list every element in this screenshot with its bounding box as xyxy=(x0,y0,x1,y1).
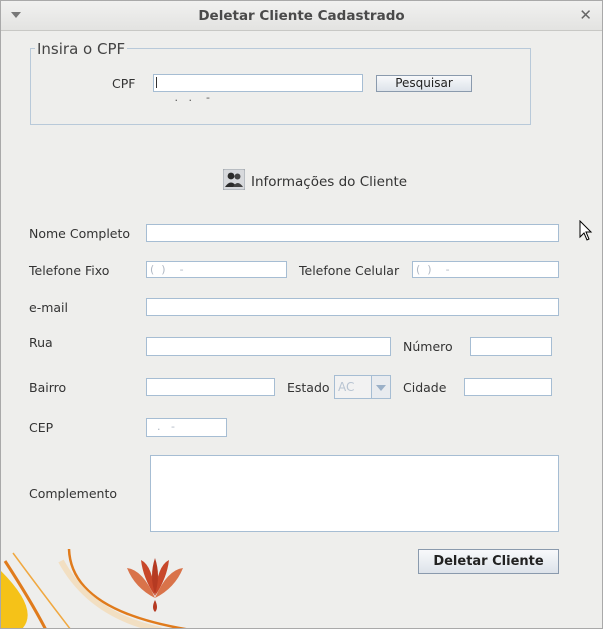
telefone-fixo-label: Telefone Fixo xyxy=(29,263,110,278)
bairro-label: Bairro xyxy=(29,380,67,395)
estado-label: Estado xyxy=(287,380,330,395)
section-title: Informações do Cliente xyxy=(251,174,408,190)
estado-selected-value: AC xyxy=(338,380,355,394)
close-icon[interactable]: ✕ xyxy=(579,6,592,24)
telefone-celular-label: Telefone Celular xyxy=(299,263,400,278)
mouse-cursor-icon xyxy=(579,220,593,241)
nome-label: Nome Completo xyxy=(29,226,131,241)
bairro-input[interactable] xyxy=(146,378,275,396)
rua-input[interactable] xyxy=(146,337,391,356)
search-button[interactable]: Pesquisar xyxy=(376,75,472,92)
cpf-input[interactable]: . . - xyxy=(153,74,363,104)
complemento-label: Complemento xyxy=(29,486,117,501)
numero-label: Número xyxy=(403,339,453,354)
window-title: Deletar Cliente Cadastrado xyxy=(198,8,405,24)
telefone-celular-input[interactable]: ( ) - xyxy=(412,261,559,278)
cep-input[interactable]: . - xyxy=(146,418,227,437)
cpf-label: CPF xyxy=(112,76,136,91)
cidade-input[interactable] xyxy=(464,378,552,396)
complemento-textarea[interactable] xyxy=(150,455,559,532)
cpf-group-legend: Insira o CPF xyxy=(35,40,128,58)
title-bar: Deletar Cliente Cadastrado ✕ xyxy=(1,1,602,31)
rua-label: Rua xyxy=(29,335,53,350)
text-caret xyxy=(156,77,157,88)
numero-input[interactable] xyxy=(470,337,552,356)
chevron-down-icon[interactable] xyxy=(371,376,390,398)
cep-label: CEP xyxy=(29,420,54,435)
email-label: e-mail xyxy=(29,300,68,315)
cidade-label: Cidade xyxy=(403,380,447,395)
cpf-value: . . - xyxy=(171,91,210,104)
telefone-fixo-input[interactable]: ( ) - xyxy=(146,261,287,278)
nome-input[interactable] xyxy=(146,224,559,242)
email-input[interactable] xyxy=(146,298,559,316)
users-icon xyxy=(222,168,246,191)
company-logo xyxy=(127,558,183,612)
dialog-window: Deletar Cliente Cadastrado ✕ Insira o CP… xyxy=(0,0,603,629)
delete-client-button[interactable]: Deletar Cliente xyxy=(418,549,559,574)
estado-select[interactable]: AC xyxy=(334,375,391,399)
